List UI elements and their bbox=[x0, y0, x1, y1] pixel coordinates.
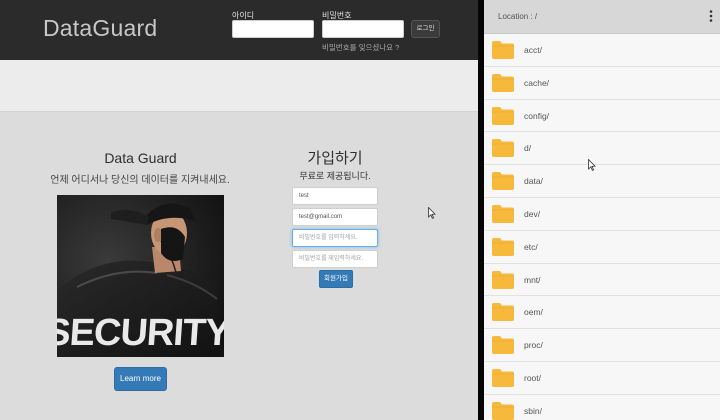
forgot-password-link[interactable]: 비밀번호를 잊으셨나요 ? bbox=[322, 42, 399, 53]
folder-row[interactable]: acct/ bbox=[484, 34, 720, 67]
folder-icon bbox=[492, 401, 514, 420]
login-button[interactable]: 로그인 bbox=[411, 20, 440, 38]
location-path: Location : / bbox=[498, 12, 538, 21]
folder-name: data/ bbox=[524, 176, 543, 187]
password-field[interactable]: 비밀번호를 입력하세요. bbox=[292, 229, 378, 247]
folder-name: config/ bbox=[524, 110, 550, 121]
learn-more-button[interactable]: Learn more bbox=[114, 367, 167, 391]
folder-row[interactable]: config/ bbox=[484, 99, 720, 133]
folder-icon bbox=[492, 270, 514, 289]
signup-title: 가입하기 bbox=[307, 150, 363, 167]
brand-logo[interactable]: DataGuard bbox=[43, 15, 157, 42]
hero-title: Data Guard bbox=[104, 150, 177, 166]
security-photo: SECURITY bbox=[57, 195, 224, 357]
folder-icon bbox=[492, 139, 514, 158]
folder-row[interactable]: data/ bbox=[484, 165, 720, 198]
folder-row[interactable]: d/ bbox=[484, 132, 720, 166]
folder-name: mnt/ bbox=[524, 274, 541, 285]
file-manager-toolbar: Location : / bbox=[484, 0, 720, 34]
folder-icon bbox=[492, 106, 514, 125]
more-vert-icon[interactable] bbox=[708, 9, 714, 23]
folder-name: d/ bbox=[524, 143, 532, 154]
folder-name: sbin/ bbox=[524, 405, 542, 416]
folder-name: etc/ bbox=[524, 241, 538, 252]
folder-icon bbox=[492, 368, 514, 387]
password-confirm-field[interactable]: 비밀번호를 재입력하세요. bbox=[292, 250, 378, 268]
svg-text:SECURITY: SECURITY bbox=[57, 312, 224, 354]
folder-icon bbox=[492, 204, 514, 223]
folder-row[interactable]: mnt/ bbox=[484, 263, 720, 297]
mouse-cursor-icon bbox=[588, 159, 596, 171]
folder-name: acct/ bbox=[524, 45, 542, 55]
folder-name: root/ bbox=[524, 372, 542, 383]
folder-icon bbox=[492, 73, 514, 92]
folder-row[interactable]: oem/ bbox=[484, 296, 720, 330]
mouse-cursor-icon bbox=[428, 207, 436, 219]
id-input[interactable] bbox=[232, 20, 314, 38]
folder-name: oem/ bbox=[524, 307, 543, 318]
folder-icon bbox=[492, 41, 514, 59]
folder-icon bbox=[492, 172, 514, 191]
folder-list: acct/cache/config/d/data/dev/etc/mnt/oem… bbox=[484, 34, 720, 420]
folder-icon bbox=[492, 237, 514, 256]
signup-button[interactable]: 회원가입 bbox=[319, 270, 353, 288]
name-field[interactable]: test bbox=[292, 187, 378, 205]
folder-icon bbox=[492, 336, 514, 355]
folder-row[interactable]: cache/ bbox=[484, 66, 720, 100]
folder-icon bbox=[492, 303, 514, 322]
folder-row[interactable]: dev/ bbox=[484, 197, 720, 231]
folder-row[interactable]: sbin/ bbox=[484, 394, 720, 420]
header-band bbox=[0, 60, 478, 112]
signup-subtitle: 무료로 제공됩니다. bbox=[299, 171, 371, 181]
web-page: DataGuard 아이디 비밀번호 로그인 비밀번호를 잊으셨나요 ? Dat… bbox=[0, 0, 478, 420]
password-input[interactable] bbox=[322, 20, 404, 38]
navbar: DataGuard 아이디 비밀번호 로그인 비밀번호를 잊으셨나요 ? bbox=[0, 0, 478, 60]
folder-name: cache/ bbox=[524, 77, 550, 88]
hero-subtitle: 언제 어디서나 당신의 데이터를 지켜내세요. bbox=[50, 175, 230, 186]
folder-row[interactable]: proc/ bbox=[484, 329, 720, 362]
folder-row[interactable]: root/ bbox=[484, 361, 720, 395]
folder-name: proc/ bbox=[524, 340, 543, 351]
folder-row[interactable]: etc/ bbox=[484, 230, 720, 264]
file-manager: Location : / acct/cache/config/d/data/de… bbox=[484, 0, 720, 420]
folder-name: dev/ bbox=[524, 208, 541, 219]
email-field[interactable]: test@gmail.com bbox=[292, 208, 378, 226]
